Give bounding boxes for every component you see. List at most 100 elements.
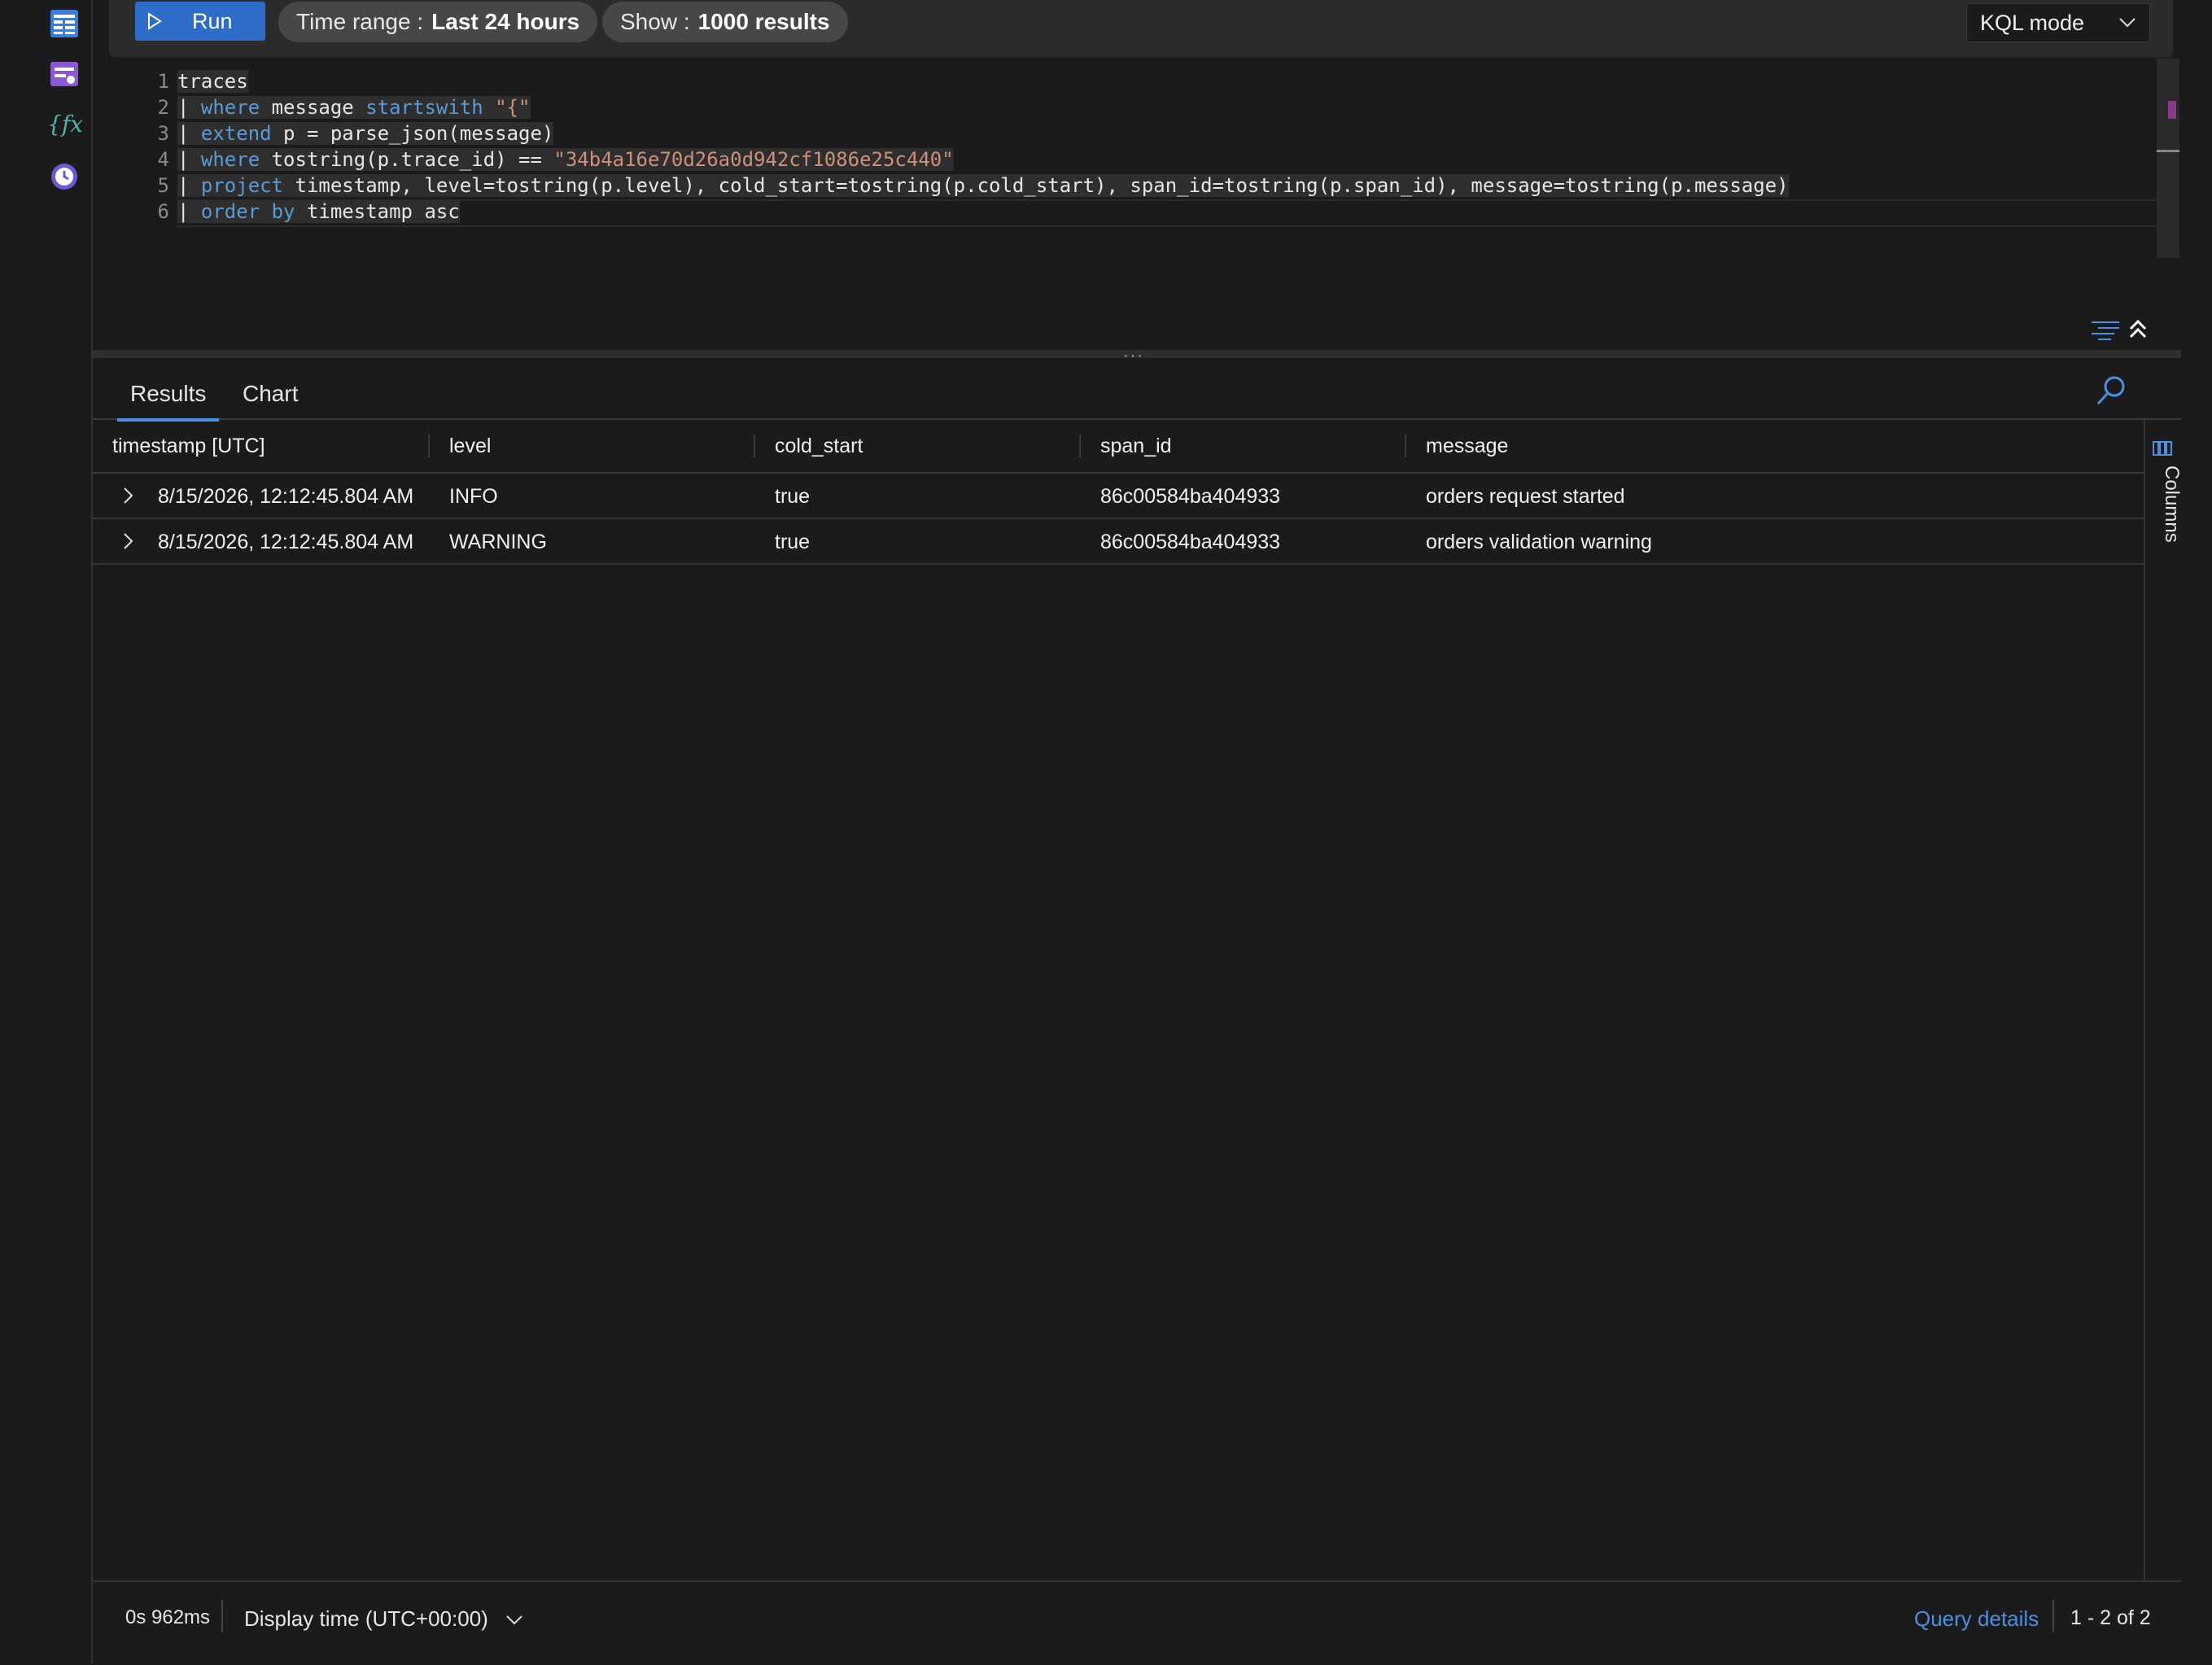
editor-scrollbar[interactable]: [2157, 59, 2179, 258]
tab-results[interactable]: Results: [116, 381, 220, 422]
column-divider[interactable]: [754, 435, 755, 457]
collapse-editor-icon[interactable]: [2127, 317, 2149, 342]
column-divider[interactable]: [428, 435, 430, 457]
left-rail: {fx}: [0, 0, 98, 1663]
columns-panel-toggle[interactable]: Columns: [2160, 465, 2183, 543]
functions-icon[interactable]: {fx}: [46, 109, 98, 140]
code-line[interactable]: | where message startswith "{": [177, 96, 531, 119]
code-token: traces: [177, 70, 248, 93]
query-details-link[interactable]: Query details: [1914, 1606, 2039, 1632]
column-divider[interactable]: [1079, 435, 1081, 457]
show-value: 1000 results: [697, 9, 830, 34]
results-tabs: Results Chart: [93, 365, 2181, 422]
code-line[interactable]: | where tostring(p.trace_id) == "34b4a16…: [177, 148, 954, 171]
code-token: |: [177, 200, 201, 223]
code-token: message: [260, 96, 366, 119]
code-token: tostring(p.trace_id) ==: [260, 148, 554, 171]
code-keyword: extend: [200, 122, 272, 145]
column-divider[interactable]: [1405, 435, 1406, 457]
line-number: 2: [157, 96, 169, 119]
svg-text:{fx}: {fx}: [47, 111, 83, 138]
line-number: 4: [157, 148, 169, 171]
column-header-span-id[interactable]: span_id: [1100, 435, 1172, 458]
code-line[interactable]: | order by timestamp asc: [177, 200, 460, 223]
editor-actions: [2090, 317, 2149, 346]
time-range-label: Time range :: [296, 9, 424, 34]
query-editor[interactable]: 1 2 3 4 5 6 traces | where message startswith …: [93, 57, 2181, 350]
tab-chart[interactable]: Chart: [243, 381, 298, 407]
run-button[interactable]: Run: [135, 2, 265, 41]
footer-divider: [2052, 1600, 2054, 1632]
code-string: "{": [495, 96, 531, 119]
result-limit-picker[interactable]: Show : 1000 results: [602, 2, 848, 42]
cell-span-id: 86c00584ba404933: [1100, 485, 1281, 508]
code-line[interactable]: | extend p = parse_json(message): [177, 122, 554, 145]
display-time-label: Display time (UTC+00:00): [244, 1606, 488, 1631]
format-query-icon[interactable]: [2090, 317, 2121, 342]
code-keyword: order by: [200, 200, 295, 223]
columns-panel: [2144, 420, 2181, 1582]
columns-icon[interactable]: [2152, 439, 2173, 457]
chevron-down-icon: [2119, 18, 2135, 28]
search-icon[interactable]: [2095, 374, 2127, 407]
code-line[interactable]: | project timestamp, level=tostring(p.le…: [177, 174, 1789, 197]
display-time-dropdown[interactable]: Display time (UTC+00:00): [244, 1606, 523, 1632]
code-token: p = parse_json(message): [271, 122, 554, 145]
code-token: timestamp, level=tostring(p.level), cold…: [283, 174, 1789, 197]
cell-span-id: 86c00584ba404933: [1100, 531, 1281, 553]
code-token: |: [177, 148, 201, 171]
code-string: "34b4a16e70d26a0d942cf1086e25c440": [553, 148, 954, 171]
query-duration: 0s 962ms: [125, 1606, 211, 1628]
cell-message: orders request started: [1426, 485, 1625, 508]
line-number: 3: [157, 122, 169, 145]
time-range-picker[interactable]: Time range : Last 24 hours: [278, 2, 598, 42]
chevron-down-icon: [506, 1615, 522, 1625]
code-line[interactable]: traces: [177, 70, 248, 93]
query-toolbar: Run Time range : Last 24 hours Show : 10…: [109, 0, 2173, 57]
line-number: 5: [157, 174, 169, 197]
time-range-value: Last 24 hours: [431, 9, 580, 34]
column-header-message[interactable]: message: [1426, 435, 1508, 458]
query-history-icon[interactable]: [49, 161, 80, 192]
column-header-timestamp[interactable]: timestamp [UTC]: [112, 435, 265, 458]
expand-row-icon[interactable]: [120, 485, 137, 506]
current-line-highlight: [177, 199, 2179, 227]
code-token: |: [177, 174, 201, 197]
cell-level: INFO: [449, 485, 498, 508]
splitter-handle[interactable]: ···: [1123, 347, 1144, 365]
scrollbar-cursor-marker: [2157, 150, 2179, 152]
table-row[interactable]: 8/15/2026, 12:12:45.804 AM WARNING true …: [93, 519, 2144, 565]
footer-divider: [221, 1600, 223, 1632]
scrollbar-marker: [2168, 101, 2176, 119]
mode-select[interactable]: KQL mode: [1966, 3, 2150, 42]
expand-row-icon[interactable]: [120, 531, 137, 552]
line-number: 1: [157, 70, 169, 93]
cell-level: WARNING: [449, 531, 547, 553]
results-footer: 0s 962ms Display time (UTC+00:00) Query …: [93, 1580, 2181, 1665]
table-row[interactable]: 8/15/2026, 12:12:45.804 AM INFO true 86c…: [93, 474, 2144, 519]
code-token: timestamp asc: [295, 200, 460, 223]
code-keyword: where: [200, 96, 260, 119]
code-token: |: [177, 122, 201, 145]
result-range: 1 - 2 of 2: [2070, 1606, 2151, 1629]
code-keyword: where: [200, 148, 260, 171]
show-label: Show :: [620, 9, 690, 34]
tables-icon[interactable]: [49, 8, 80, 39]
code-token: |: [177, 96, 201, 119]
cell-timestamp: 8/15/2026, 12:12:45.804 AM: [158, 531, 414, 553]
column-header-level[interactable]: level: [449, 435, 491, 458]
line-number: 6: [157, 200, 169, 223]
queries-icon[interactable]: [49, 59, 80, 90]
cell-timestamp: 8/15/2026, 12:12:45.804 AM: [158, 485, 414, 508]
column-header-cold-start[interactable]: cold_start: [775, 435, 863, 458]
results-grid-header: timestamp [UTC] level cold_start span_id…: [93, 420, 2144, 474]
cell-cold-start: true: [775, 531, 811, 553]
cell-message: orders validation warning: [1426, 531, 1652, 553]
code-keyword: startswith: [365, 96, 483, 119]
mode-label: KQL mode: [1980, 10, 2085, 35]
code-keyword: project: [200, 174, 284, 197]
cell-cold-start: true: [775, 485, 811, 508]
run-label: Run: [192, 8, 233, 33]
play-icon: [148, 12, 162, 30]
